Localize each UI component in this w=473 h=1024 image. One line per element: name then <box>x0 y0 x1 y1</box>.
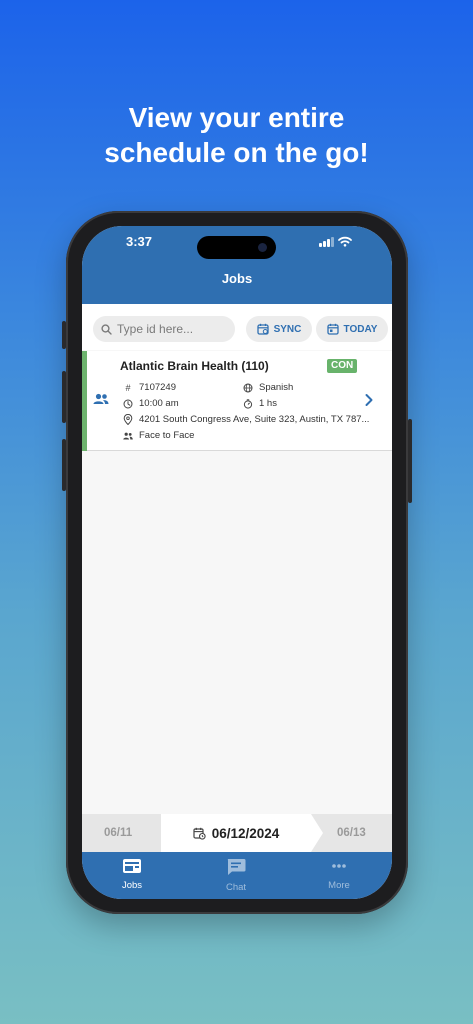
tab-more[interactable]: More <box>309 858 369 891</box>
volume-up-button <box>62 371 66 423</box>
mode-row: Face to Face <box>123 430 194 441</box>
job-id-row: # 7107249 <box>123 382 176 393</box>
status-time: 3:37 <box>126 234 153 249</box>
job-time: 10:00 am <box>139 398 179 409</box>
job-language: Spanish <box>259 382 294 393</box>
wifi-icon <box>338 236 352 247</box>
date-arrow-right <box>311 814 323 852</box>
next-date-button[interactable]: 06/13 <box>337 814 366 852</box>
current-date-button[interactable]: 06/12/2024 <box>161 814 311 852</box>
date-arrow-left <box>149 814 161 852</box>
job-mode: Face to Face <box>139 430 195 441</box>
promo-headline: View your entire schedule on the go! <box>0 100 473 170</box>
chevron-right-icon[interactable] <box>364 393 374 407</box>
today-button[interactable]: TODAY <box>316 316 388 342</box>
job-title: Atlantic Brain Health (110) <box>120 359 269 373</box>
promo-line-2: schedule on the go! <box>104 137 369 168</box>
phone-frame: 3:37 Jobs Type id here... SYNC TODAY Atl… <box>62 211 412 914</box>
globe-icon <box>243 383 253 392</box>
sync-button[interactable]: SYNC <box>246 316 312 342</box>
volume-down-button <box>62 439 66 491</box>
calendar-icon <box>326 323 339 335</box>
more-icon <box>332 864 346 868</box>
address-row: 4201 South Congress Ave, Suite 323, Aust… <box>123 414 369 425</box>
job-address: 4201 South Congress Ave, Suite 323, Aust… <box>139 414 370 425</box>
timer-icon <box>243 398 253 409</box>
status-badge: CON <box>327 359 358 373</box>
job-card[interactable]: Atlantic Brain Health (110) CON # 710724… <box>82 351 392 451</box>
toolbar: SYNC TODAY <box>82 304 392 350</box>
jobs-icon <box>123 859 141 873</box>
clock-icon <box>123 399 133 408</box>
location-pin-icon <box>123 414 133 425</box>
job-duration: 1 hs <box>259 398 277 409</box>
calendar-sync-icon <box>256 323 269 335</box>
tab-chat-label: Chat <box>225 882 247 893</box>
chat-icon <box>227 859 246 875</box>
promo-line-1: View your entire <box>128 102 345 133</box>
people-icon <box>93 393 109 404</box>
tab-jobs[interactable]: Jobs <box>102 858 162 891</box>
app-screen: 3:37 Jobs Type id here... SYNC TODAY Atl… <box>82 226 392 899</box>
bottom-tab-bar: Jobs Chat More <box>82 852 392 899</box>
tab-chat[interactable]: Chat <box>206 858 266 893</box>
search-icon <box>101 323 112 335</box>
previous-date-button[interactable]: 06/11 <box>104 814 132 852</box>
job-id: 7107249 <box>139 382 176 393</box>
meeting-icon <box>123 432 133 439</box>
today-label: TODAY <box>343 323 378 335</box>
dynamic-island <box>197 236 276 259</box>
status-accent-bar <box>82 351 87 451</box>
hash-icon: # <box>125 382 131 393</box>
search-input[interactable] <box>117 322 227 336</box>
date-navigator: 06/11 06/12/2024 06/13 <box>82 814 392 852</box>
mute-switch <box>62 321 66 349</box>
tab-more-label: More <box>328 880 350 891</box>
language-row: Spanish <box>243 382 293 393</box>
status-icons <box>319 236 352 247</box>
tab-jobs-label: Jobs <box>121 880 143 891</box>
page-title: Jobs <box>221 271 253 286</box>
time-row: 10:00 am <box>123 398 179 409</box>
app-header: Jobs <box>82 266 392 304</box>
power-button <box>408 419 412 503</box>
duration-row: 1 hs <box>243 398 277 409</box>
calendar-clock-icon <box>193 827 206 840</box>
sync-label: SYNC <box>273 323 302 335</box>
camera-icon <box>258 243 267 252</box>
search-box[interactable] <box>93 316 235 342</box>
current-date: 06/12/2024 <box>211 825 280 841</box>
signal-icon <box>319 237 334 247</box>
